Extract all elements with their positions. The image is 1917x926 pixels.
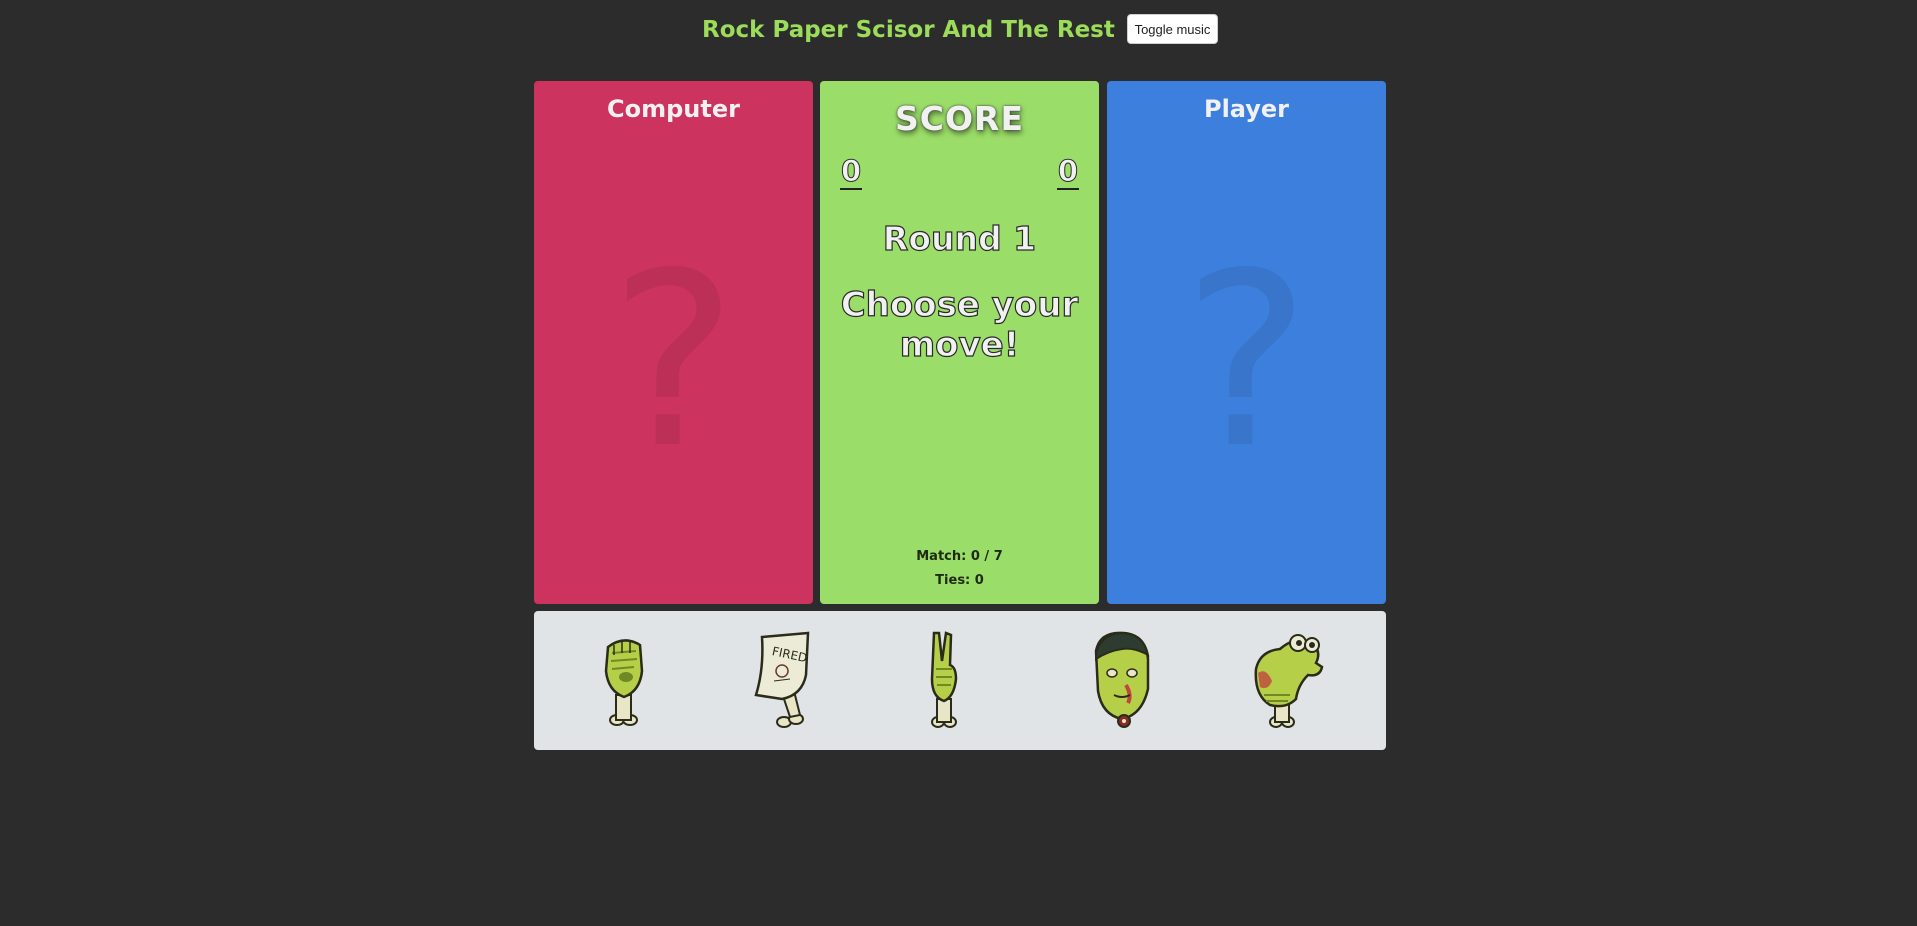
move-spock-button[interactable] (1082, 629, 1162, 733)
game-message: Choose your move! (840, 284, 1079, 365)
move-paper-button[interactable]: FIRED (742, 629, 822, 733)
moves-bar: FIRED (534, 611, 1386, 750)
lizard-hand-icon (1254, 634, 1324, 728)
score-panel: SCORE 0 0 Round 1 Choose your move! Matc… (820, 81, 1099, 604)
computer-score: 0 (840, 154, 863, 190)
toggle-music-button[interactable]: Toggle music (1127, 14, 1218, 44)
move-lizard-button[interactable] (1246, 629, 1326, 733)
player-choice-placeholder: ? (1182, 221, 1311, 501)
peace-hand-icon (930, 631, 958, 728)
zombie-head-icon (1094, 631, 1150, 728)
player-label: Player (1203, 95, 1290, 123)
score-title: SCORE (895, 99, 1024, 138)
computer-panel: Computer ? (534, 81, 813, 604)
move-rock-button[interactable] (584, 629, 664, 733)
move-scissors-button[interactable] (904, 629, 984, 733)
player-panel: Player ? (1107, 81, 1386, 604)
match-counter: Match: 0 / 7 (916, 549, 1003, 564)
ties-counter: Ties: 0 (935, 573, 984, 588)
zombie-fist-icon (604, 639, 644, 726)
round-indicator: Round 1 (882, 218, 1037, 258)
player-score: 0 (1056, 154, 1079, 190)
app-title: Rock Paper Scisor And The Rest (702, 17, 1115, 43)
fired-paper-icon: FIRED (754, 631, 810, 728)
computer-label: Computer (607, 95, 740, 123)
computer-choice-placeholder: ? (609, 221, 738, 501)
